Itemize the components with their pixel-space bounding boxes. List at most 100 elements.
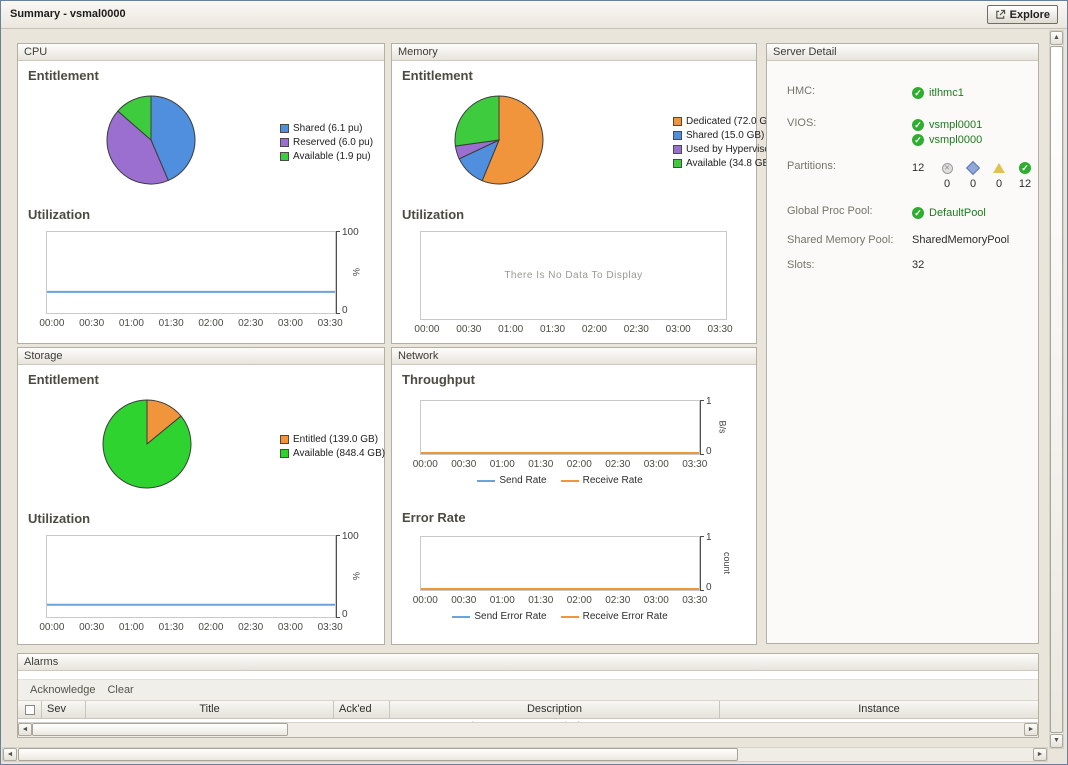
y-axis-tick [700,454,704,455]
x-axis-label: 02:30 [231,318,271,329]
x-axis-label: 00:00 [32,622,72,633]
legend-line-swatch [561,616,579,618]
no-data-message: There Is No Data To Display [421,232,726,319]
legend-label: Receive Rate [583,475,643,486]
explore-label: Explore [1010,9,1050,21]
critical-count: 0 [960,178,986,190]
y-axis-tick [336,231,340,232]
x-axis-label: 00:00 [406,459,445,470]
x-axis-label: 00:30 [445,595,484,606]
memory-panel: Memory Entitlement Dedicated (72.0 GB)Sh… [391,43,757,344]
legend-swatch [280,152,289,161]
status-ok-icon [912,134,924,146]
legend-swatch [280,124,289,133]
scroll-right-button[interactable] [1024,723,1038,736]
column-header-acked[interactable]: Ack'ed [334,701,390,718]
legend-swatch [280,435,289,444]
cpu-entitlement-pie [103,92,199,188]
column-header-description[interactable]: Description [390,701,720,718]
legend-item: Available (848.4 GB) [280,446,385,460]
vios-value[interactable]: vsmpl0000 [929,134,982,146]
cpu-entitlement-chart: Shared (6.1 pu)Reserved (6.0 pu)Availabl… [18,84,384,200]
memory-entitlement-pie [451,92,547,188]
explore-button[interactable]: Explore [987,5,1058,24]
chart-plot-area: There Is No Data To Display [420,231,727,320]
x-axis-label: 03:00 [271,318,311,329]
scroll-right-button[interactable] [1033,748,1047,761]
horizontal-scrollbar[interactable] [2,747,1048,762]
column-header-sev[interactable]: Sev [42,701,86,718]
alarms-scrollbar-thumb[interactable] [32,723,288,736]
legend-item: Reserved (6.0 pu) [280,135,373,149]
network-panel: Network Throughput 10B/s00:0000:3001:000… [391,347,757,645]
y-axis-unit-label: count [722,551,732,573]
x-axis-label: 03:00 [637,459,676,470]
x-axis-label: 03:30 [310,622,350,633]
vertical-scrollbar-thumb[interactable] [1050,46,1063,733]
chart-plot-area [46,535,336,618]
legend-label: Receive Error Rate [583,611,668,622]
y-axis-unit-label: B/s [718,420,728,433]
y-axis-max-label: 1 [706,396,712,407]
chart-series-svg [421,401,699,454]
scroll-left-button[interactable] [18,723,32,736]
x-axis-labels: 00:0000:3001:0001:3002:0002:3003:0003:30 [406,459,714,470]
storage-entitlement-legend: Entitled (139.0 GB)Available (848.4 GB) [280,432,385,460]
cpu-panel-header: CPU [18,44,384,61]
y-axis-tick [336,617,340,618]
cpu-utilization-chart: 1000%00:0000:3001:0001:3002:0002:3003:00… [18,231,384,331]
network-panel-title: Network [398,350,438,362]
chart-plot-area [46,231,336,314]
x-axis-label: 01:00 [483,595,522,606]
x-axis-label: 00:00 [32,318,72,329]
legend-swatch [673,117,682,126]
chart-plot-area [420,400,700,455]
server-detail-panel-header: Server Detail [767,44,1038,61]
slots-label: Slots: [787,259,912,271]
legend-label: Available (1.9 pu) [293,151,371,162]
shared-memory-pool-row: Shared Memory Pool: SharedMemoryPool [787,234,1038,246]
vertical-scrollbar[interactable] [1049,30,1064,749]
y-axis-line [336,535,337,618]
scroll-left-button[interactable] [3,748,17,761]
warning-count: 0 [986,178,1012,190]
x-axis-label: 00:30 [448,324,490,335]
y-axis-unit-label: % [351,571,361,579]
memory-panel-title: Memory [398,46,438,58]
cpu-panel-title: CPU [24,46,47,58]
x-axis-label: 01:30 [151,318,191,329]
horizontal-scrollbar-thumb[interactable] [18,748,738,761]
legend-swatch [673,145,682,154]
legend-label: Available (848.4 GB) [293,448,385,459]
y-axis-min-label: 0 [342,305,348,316]
x-axis-label: 01:00 [490,324,532,335]
x-axis-labels: 00:0000:3001:0001:3002:0002:3003:0003:30 [406,324,741,335]
y-axis-min-label: 0 [706,582,712,593]
shared-memory-pool-value: SharedMemoryPool [912,234,1009,246]
x-axis-label: 00:30 [72,318,112,329]
memory-panel-header: Memory [392,44,756,61]
hmc-value[interactable]: itlhmc1 [929,87,964,99]
normal-severity-icon [1019,162,1031,174]
legend-line-swatch [452,616,470,618]
x-axis-label: 01:00 [483,459,522,470]
acknowledge-button[interactable]: Acknowledge [30,684,95,696]
memory-entitlement-chart: Dedicated (72.0 GB)Shared (15.0 GB)Used … [392,84,756,200]
x-axis-label: 02:30 [231,622,271,633]
column-header-instance[interactable]: Instance [720,701,1038,718]
alarms-horizontal-scrollbar[interactable] [18,722,1038,737]
global-proc-pool-value[interactable]: DefaultPool [929,207,986,219]
partitions-label: Partitions: [787,160,912,192]
y-axis-unit-label: % [351,267,361,275]
clear-button[interactable]: Clear [107,684,133,696]
x-axis-label: 02:30 [599,595,638,606]
y-axis-tick [336,535,340,536]
storage-panel-title: Storage [24,350,63,362]
storage-utilization-heading: Utilization [28,511,384,527]
scroll-down-button[interactable] [1050,734,1063,748]
select-all-checkbox[interactable] [25,705,35,715]
column-header-title[interactable]: Title [86,701,334,718]
vios-value[interactable]: vsmpl0001 [929,119,982,131]
chart-legend-item: Send Error Rate [452,611,546,622]
scroll-up-button[interactable] [1050,31,1063,45]
